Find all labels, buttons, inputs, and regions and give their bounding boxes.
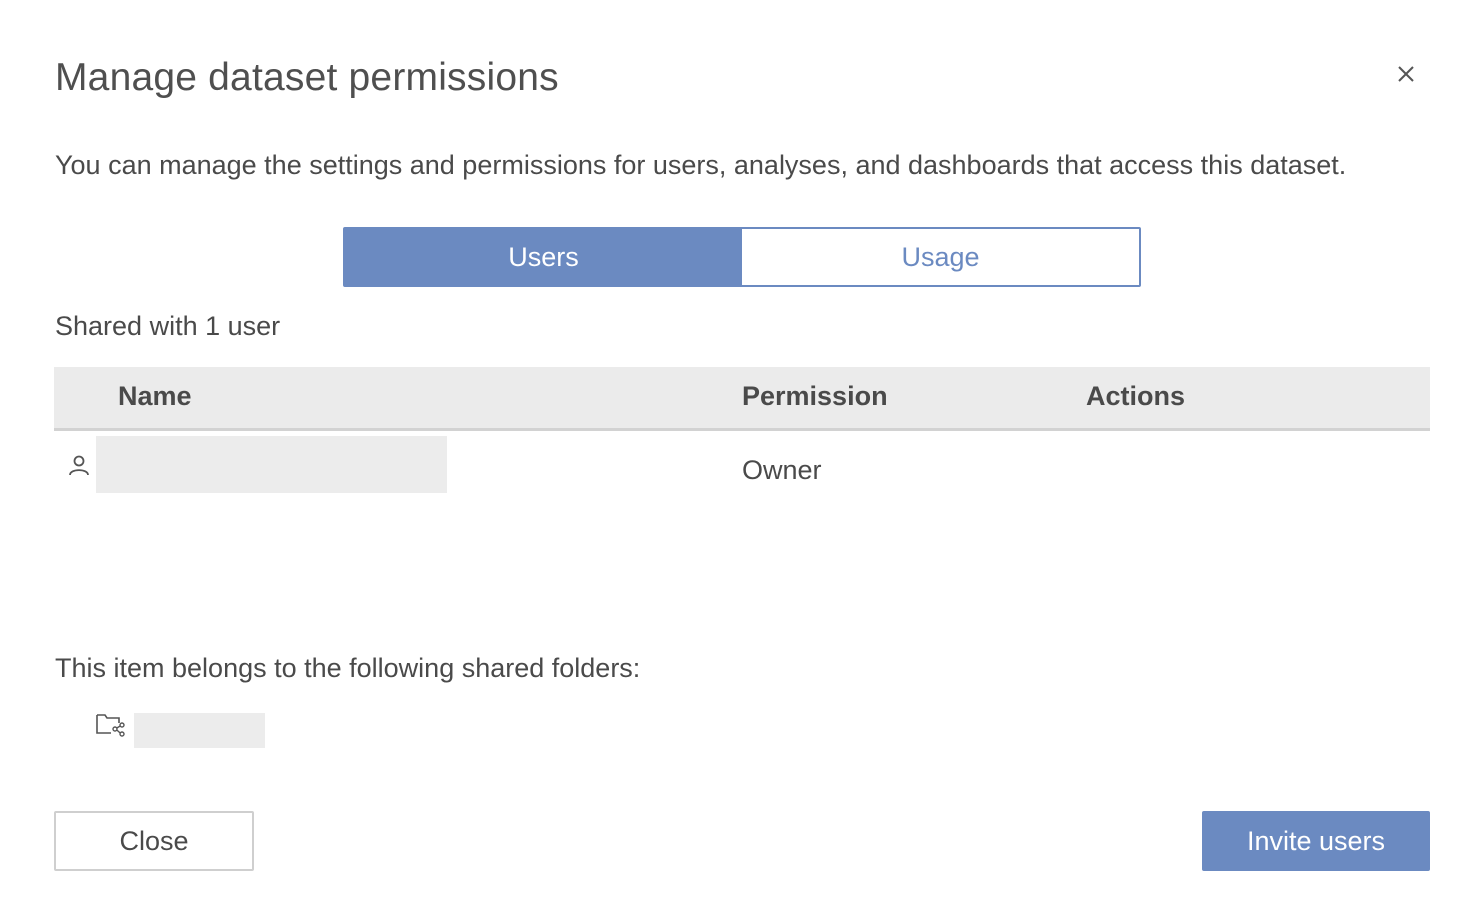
invite-users-button[interactable]: Invite users (1202, 811, 1430, 871)
manage-permissions-dialog: Manage dataset permissions You can manag… (0, 0, 1484, 916)
user-icon (66, 453, 92, 479)
shared-count-label: Shared with 1 user (55, 311, 281, 341)
column-header-name[interactable]: Name (118, 381, 192, 412)
tab-group: Users Usage (343, 227, 1141, 287)
permission-cell: Owner (742, 455, 822, 485)
dialog-title: Manage dataset permissions (55, 56, 559, 99)
tab-users[interactable]: Users (345, 229, 742, 285)
column-header-permission[interactable]: Permission (742, 381, 888, 412)
close-button[interactable]: Close (54, 811, 254, 871)
table-header: Name Permission Actions (54, 367, 1430, 431)
user-name-redacted (96, 436, 447, 493)
column-header-actions: Actions (1086, 381, 1186, 411)
folder-name-redacted[interactable] (134, 713, 265, 748)
shared-folders-label: This item belongs to the following share… (55, 653, 641, 683)
table-row: Owner (54, 431, 1430, 501)
dialog-description: You can manage the settings and permissi… (55, 150, 1347, 180)
shared-folder-icon (95, 711, 127, 739)
tab-usage[interactable]: Usage (742, 229, 1139, 285)
close-icon[interactable] (1392, 60, 1420, 88)
